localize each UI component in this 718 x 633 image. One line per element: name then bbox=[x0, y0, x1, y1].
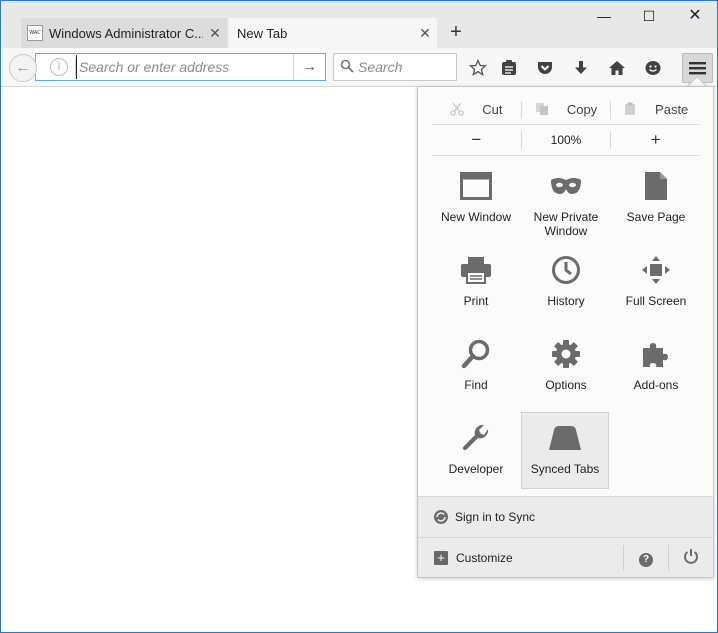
quit-button[interactable] bbox=[669, 548, 713, 567]
reading-list-icon[interactable] bbox=[495, 54, 523, 82]
paste-icon bbox=[623, 102, 639, 118]
close-window-button[interactable]: ✕ bbox=[672, 5, 718, 29]
downloads-icon[interactable] bbox=[567, 54, 595, 82]
wac-favicon-icon: WAC bbox=[27, 25, 43, 41]
bookmark-star-icon[interactable] bbox=[464, 54, 492, 82]
full-screen-button[interactable]: Full Screen bbox=[612, 245, 700, 321]
cut-button[interactable]: Cut bbox=[432, 95, 521, 124]
home-icon[interactable] bbox=[603, 54, 631, 82]
find-button[interactable]: Find bbox=[432, 329, 520, 405]
new-private-window-button[interactable]: New Private Window bbox=[522, 161, 610, 238]
fullscreen-icon bbox=[642, 256, 670, 284]
menu-item-label: History bbox=[547, 294, 585, 308]
zoom-in-button[interactable]: + bbox=[611, 125, 700, 155]
help-icon: ? bbox=[639, 552, 653, 567]
cut-label: Cut bbox=[482, 102, 503, 117]
customize-button[interactable]: Customize bbox=[456, 551, 623, 565]
developer-wrench-icon bbox=[462, 424, 489, 451]
synced-tabs-button[interactable]: Synced Tabs bbox=[521, 412, 609, 489]
site-info-icon[interactable]: i bbox=[50, 58, 68, 76]
help-button[interactable]: ? bbox=[624, 549, 668, 567]
hello-icon[interactable] bbox=[639, 54, 667, 82]
history-button[interactable]: History bbox=[522, 245, 610, 321]
new-window-button[interactable]: New Window bbox=[432, 161, 520, 237]
new-window-icon bbox=[460, 172, 492, 200]
copy-label: Copy bbox=[566, 102, 598, 117]
menu-item-label: Developer bbox=[448, 462, 504, 476]
search-input[interactable] bbox=[358, 59, 448, 75]
power-icon bbox=[684, 549, 698, 564]
tab-title: Windows Administrator C... bbox=[49, 25, 203, 41]
maximize-button[interactable]: ☐ bbox=[626, 5, 672, 29]
zoom-out-button[interactable]: − bbox=[432, 125, 521, 155]
url-bar[interactable]: i → bbox=[35, 53, 326, 81]
add-ons-button[interactable]: Add-ons bbox=[612, 329, 700, 405]
options-gear-icon bbox=[552, 340, 580, 368]
tab-windows-admin-center[interactable]: WAC Windows Administrator C... ✕ bbox=[21, 18, 227, 48]
copy-icon bbox=[535, 102, 551, 118]
go-arrow-icon[interactable]: → bbox=[293, 54, 325, 80]
browser-window: WAC Windows Administrator C... ✕ New Tab… bbox=[0, 0, 718, 633]
menu-panel: Cut Copy Paste − 100% + New Window New P… bbox=[417, 86, 714, 578]
menu-item-label: Add-ons bbox=[633, 378, 679, 392]
url-input[interactable] bbox=[76, 55, 293, 79]
sign-in-to-sync-button[interactable]: Sign in to Sync bbox=[418, 496, 713, 538]
options-button[interactable]: Options bbox=[522, 329, 610, 405]
menu-item-label: Synced Tabs bbox=[530, 462, 600, 476]
tab-new-tab[interactable]: New Tab ✕ bbox=[229, 18, 437, 48]
search-bar[interactable] bbox=[333, 53, 457, 81]
new-tab-button[interactable]: + bbox=[444, 20, 468, 44]
developer-button[interactable]: Developer bbox=[432, 413, 520, 489]
tab-close-icon[interactable]: ✕ bbox=[203, 25, 227, 42]
tab-title: New Tab bbox=[237, 25, 288, 41]
save-page-icon bbox=[645, 172, 667, 200]
tab-close-icon[interactable]: ✕ bbox=[413, 25, 437, 42]
search-icon bbox=[336, 59, 358, 76]
menu-item-label: New Window bbox=[440, 210, 512, 224]
zoom-controls: − 100% + bbox=[432, 125, 700, 156]
menu-item-label: Options bbox=[545, 378, 587, 392]
pocket-icon[interactable] bbox=[531, 54, 559, 82]
menu-item-label: Print bbox=[463, 294, 489, 308]
tab-strip: WAC Windows Administrator C... ✕ New Tab… bbox=[1, 1, 717, 48]
print-button[interactable]: Print bbox=[432, 245, 520, 321]
paste-label: Paste bbox=[655, 102, 689, 117]
scissors-icon bbox=[450, 102, 466, 118]
panel-footer: + Customize ? bbox=[418, 538, 713, 577]
menu-item-label: Save Page bbox=[626, 210, 686, 224]
save-page-button[interactable]: Save Page bbox=[612, 161, 700, 237]
addons-puzzle-icon bbox=[643, 343, 668, 367]
minimize-button[interactable]: — bbox=[581, 5, 627, 29]
copy-button[interactable]: Copy bbox=[522, 95, 611, 124]
print-icon bbox=[461, 257, 491, 284]
navigation-toolbar: i → ← bbox=[1, 48, 717, 87]
edit-controls: Cut Copy Paste bbox=[432, 95, 700, 125]
zoom-reset-button[interactable]: 100% bbox=[522, 125, 611, 155]
paste-button[interactable]: Paste bbox=[611, 95, 700, 124]
history-clock-icon bbox=[552, 256, 580, 284]
menu-item-label: Find bbox=[464, 378, 488, 392]
synced-tabs-icon bbox=[549, 426, 581, 450]
menu-item-label: New Private Window bbox=[533, 210, 599, 238]
sign-in-label: Sign in to Sync bbox=[455, 510, 536, 524]
private-mask-icon bbox=[551, 178, 581, 194]
find-magnifier-icon bbox=[461, 339, 490, 369]
customize-plus-icon: + bbox=[434, 550, 448, 565]
menu-item-label: Full Screen bbox=[625, 294, 687, 308]
back-button[interactable]: ← bbox=[9, 54, 37, 82]
sync-icon bbox=[433, 509, 449, 525]
